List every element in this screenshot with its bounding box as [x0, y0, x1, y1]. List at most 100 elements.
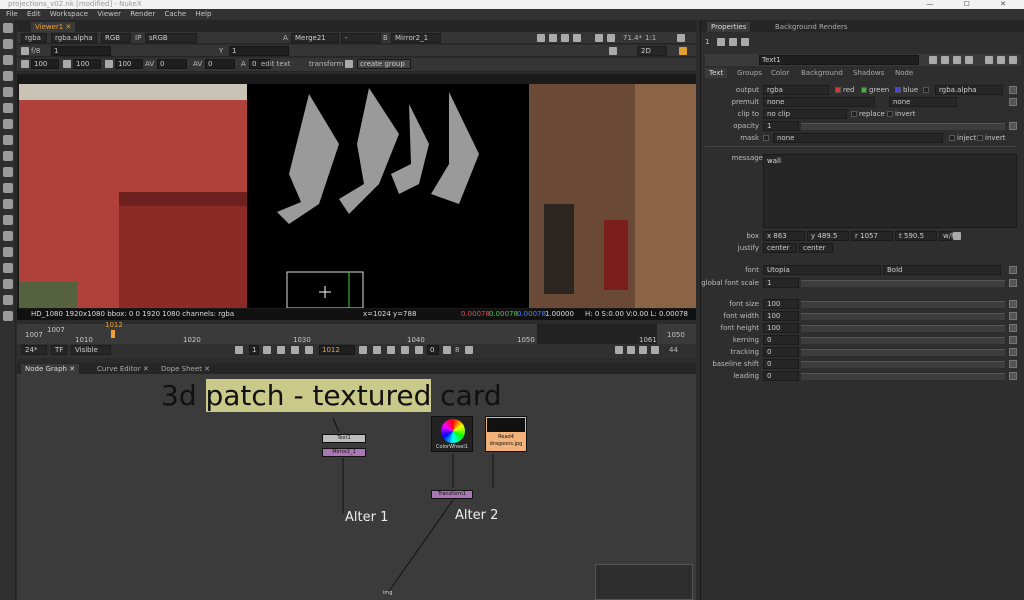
font-height-anim-icon[interactable] — [1009, 324, 1017, 332]
transform-toggle[interactable]: transform — [309, 59, 343, 69]
justify-v-dropdown[interactable]: center — [799, 243, 833, 253]
global-font-scale-anim-icon[interactable] — [1009, 279, 1017, 287]
justify-h-dropdown[interactable]: center — [763, 243, 797, 253]
pencil-icon[interactable] — [679, 47, 687, 55]
output-anim-icon[interactable] — [1009, 86, 1017, 94]
channels-dropdown[interactable]: rgba — [21, 33, 47, 43]
kerning-slider[interactable] — [801, 337, 1005, 344]
dot-alter2[interactable]: Alter 2 — [455, 508, 498, 523]
toolsets-icon[interactable] — [3, 247, 13, 257]
font-size-slider[interactable] — [801, 301, 1005, 308]
tab-background[interactable]: Background — [797, 68, 847, 78]
input-a-dropdown[interactable]: Merge21 — [291, 33, 339, 43]
tab-viewer1[interactable]: Viewer1 ✕ — [31, 22, 76, 32]
display-dropdown[interactable]: RGB — [101, 33, 131, 43]
cache-icon[interactable] — [627, 346, 635, 354]
red-checkbox[interactable]: red — [835, 86, 854, 94]
tab-node[interactable]: Node — [891, 68, 917, 78]
deep-tool-icon[interactable] — [3, 231, 13, 241]
box-wh-toggle[interactable]: w/h — [939, 231, 956, 241]
tab-color[interactable]: Color — [767, 68, 793, 78]
premult-anim-icon[interactable] — [1009, 98, 1017, 106]
image-tool-icon[interactable] — [3, 23, 13, 33]
tab-shadows[interactable]: Shadows — [849, 68, 888, 78]
text-size-field[interactable]: 100 — [31, 59, 59, 69]
tab-dope-sheet[interactable]: Dope Sheet ✕ — [157, 364, 214, 374]
baseline-shift-slider[interactable] — [801, 361, 1005, 368]
tracking-field[interactable]: 0 — [205, 59, 235, 69]
ratio-value[interactable]: 1:1 — [645, 33, 656, 43]
menu-render[interactable]: Render — [130, 9, 155, 20]
prev-increment-icon[interactable] — [291, 346, 299, 354]
next-key-icon[interactable] — [387, 346, 395, 354]
leading-field[interactable]: 0 — [763, 371, 799, 381]
node-close-icon[interactable] — [1009, 56, 1017, 64]
tab-background-renders[interactable]: Background Renders — [771, 22, 852, 32]
panel-pen-icon[interactable] — [741, 38, 749, 46]
transform-tool-icon[interactable] — [3, 151, 13, 161]
other-tool-icon[interactable] — [3, 263, 13, 273]
tab-properties[interactable]: Properties — [707, 22, 751, 32]
box-x-field[interactable]: x 863 — [763, 231, 805, 241]
font-size-anim-icon[interactable] — [1009, 300, 1017, 308]
output-dropdown[interactable]: rgba — [763, 85, 829, 95]
panel-lock-icon[interactable] — [717, 38, 725, 46]
filter-tool-icon[interactable] — [3, 103, 13, 113]
in-point-icon[interactable] — [235, 346, 243, 354]
gamma-field[interactable]: 1 — [229, 46, 289, 56]
menu-workspace[interactable]: Workspace — [50, 9, 88, 20]
input-b-dropdown[interactable]: Mirror2_1 — [391, 33, 441, 43]
node-colorwheel[interactable]: ColorWheel1 — [431, 416, 473, 452]
alpha-channel-dropdown[interactable]: rgba.alpha — [935, 85, 1003, 95]
window-controls[interactable]: — ☐ ✕ — [926, 0, 1020, 8]
ocula-tool-icon[interactable] — [3, 295, 13, 305]
premult-alpha-dropdown[interactable]: none — [889, 97, 957, 107]
pause-icon[interactable] — [607, 34, 615, 42]
mask-invert-checkbox[interactable]: invert — [977, 134, 1005, 142]
create-group-button[interactable]: create group — [357, 59, 411, 69]
font-height-slider[interactable] — [801, 325, 1005, 332]
metadata-tool-icon[interactable] — [3, 199, 13, 209]
view-mode-dropdown[interactable]: 2D — [637, 46, 667, 56]
node-revert-icon[interactable] — [941, 56, 949, 64]
frame-zero-field[interactable]: 1 — [249, 345, 259, 355]
channel-tool-icon[interactable] — [3, 71, 13, 81]
node-redo-icon[interactable] — [965, 56, 973, 64]
draw-tool-icon[interactable] — [3, 39, 13, 49]
visible-dropdown[interactable]: Visible — [71, 345, 111, 355]
message-textarea[interactable]: wall — [763, 154, 1017, 228]
clip-invert-checkbox[interactable]: invert — [887, 110, 915, 118]
node-float-icon[interactable] — [985, 56, 993, 64]
leading-anim-icon[interactable] — [1009, 372, 1017, 380]
merge-tool-icon[interactable] — [3, 135, 13, 145]
downrez-icon[interactable] — [573, 34, 581, 42]
3d-tool-icon[interactable] — [3, 167, 13, 177]
time-tool-icon[interactable] — [3, 55, 13, 65]
clip-to-dropdown[interactable]: no clip — [763, 109, 847, 119]
node-img-label[interactable]: img — [383, 590, 392, 596]
mask-checkbox[interactable] — [763, 134, 771, 142]
menu-cache[interactable]: Cache — [164, 9, 186, 20]
node-help-icon[interactable] — [929, 56, 937, 64]
font-style-dropdown[interactable]: Bold — [883, 265, 1001, 275]
fps-dropdown[interactable]: 24* — [21, 345, 47, 355]
font-width-anim-icon[interactable] — [1009, 312, 1017, 320]
play-back-icon[interactable] — [305, 346, 313, 354]
alpha-dropdown[interactable]: rgba.alpha — [51, 33, 97, 43]
node-transform1[interactable]: Transform1 — [431, 490, 473, 499]
box-anim-icon[interactable] — [953, 232, 961, 240]
particles-tool-icon[interactable] — [3, 215, 13, 225]
font-size-field[interactable]: 100 — [763, 299, 799, 309]
box-r-field[interactable]: r 1057 — [851, 231, 893, 241]
loop-icon[interactable] — [443, 346, 451, 354]
global-font-scale-field[interactable]: 1 — [763, 278, 799, 288]
keyer-tool-icon[interactable] — [3, 119, 13, 129]
overlay-icon[interactable] — [595, 34, 603, 42]
node-text1[interactable]: Text1 — [322, 434, 366, 443]
viewer-image[interactable] — [19, 84, 696, 308]
font-family-dropdown[interactable]: Utopia — [763, 265, 881, 275]
font-width-slider[interactable] — [801, 313, 1005, 320]
font-width-field[interactable]: 100 — [763, 311, 799, 321]
prev-key-icon[interactable] — [277, 346, 285, 354]
box-t-field[interactable]: t 590.5 — [895, 231, 937, 241]
